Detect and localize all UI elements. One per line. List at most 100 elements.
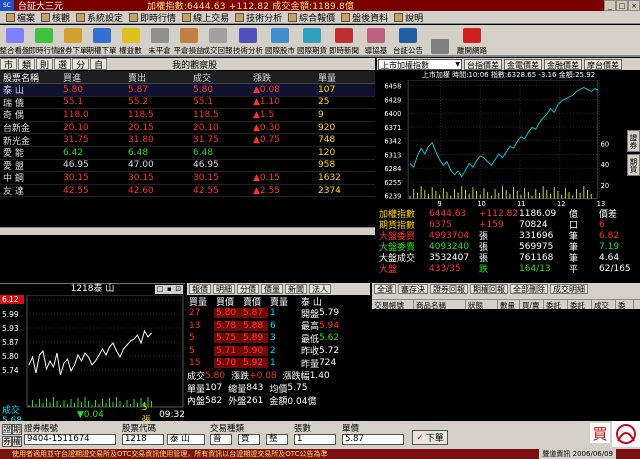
- orders-tool-5[interactable]: 成交明細: [550, 284, 588, 294]
- watch-tab-2[interactable]: 則: [36, 58, 54, 71]
- y-tick-label: 6400: [384, 110, 401, 118]
- toolbar-button-15[interactable]: 離開網路: [456, 25, 488, 57]
- orders-tool-4[interactable]: 全部刪除: [510, 284, 548, 294]
- vol-tick-label: 20: [601, 182, 609, 190]
- menu-item-8[interactable]: 說明: [394, 11, 423, 24]
- price-input[interactable]: 5.87: [342, 434, 404, 445]
- menu-item-icon: [341, 12, 351, 22]
- toolbar-button-7[interactable]: 成交回報: [203, 25, 232, 57]
- watch-cell-name: 愛 盟: [3, 161, 24, 172]
- side-tab-futures[interactable]: 期貨: [627, 154, 640, 176]
- book-stat-val: 5.79: [319, 308, 340, 319]
- submit-order-button[interactable]: ✓ 下單: [412, 430, 448, 445]
- menu-item-5[interactable]: 技術分析: [235, 11, 282, 24]
- watch-cell-last: 6.48: [193, 147, 214, 158]
- toolbar-button-8[interactable]: 技術分析: [232, 25, 264, 57]
- close-button[interactable]: ×: [628, 0, 640, 11]
- watch-title: 我的觀察股: [172, 60, 218, 71]
- watch-scrollbar[interactable]: [0, 227, 375, 235]
- watch-row[interactable]: 台新金 20.10 20.15 20.10 ▲0.30 920: [0, 122, 375, 135]
- index-cell-b: 6375: [429, 219, 452, 230]
- watch-cell-ask: 118.5: [128, 109, 154, 120]
- toolbar-button-13[interactable]: 台証公告: [392, 25, 424, 57]
- watch-row[interactable]: 愛 能 6.42 6.48 6.48 120: [0, 147, 375, 160]
- menu-item-label: 綜合報價: [299, 13, 336, 24]
- watch-row[interactable]: 愛 盟 46.95 47.00 46.95 958: [0, 160, 375, 173]
- menu-item-6[interactable]: 綜合報價: [288, 11, 335, 24]
- order-mode-button-3[interactable]: 權: [12, 436, 22, 447]
- toolbar-button-5[interactable]: 未平倉: [145, 25, 174, 57]
- order-mode-button-2[interactable]: 券: [2, 436, 12, 447]
- menu-item-2[interactable]: 系統設定: [76, 11, 123, 24]
- toolbar-button-4[interactable]: 權益數: [116, 25, 145, 57]
- book-tab-0[interactable]: 報價: [189, 284, 211, 294]
- menu-item-3[interactable]: 即時行情: [129, 11, 176, 24]
- index-button-2[interactable]: 金融價差: [544, 58, 582, 70]
- orders-col-4: 買/賣: [520, 300, 544, 310]
- x-tick-label: 10: [477, 200, 485, 208]
- watch-row[interactable]: 友 達 42.55 42.60 42.55 ▲2.55 2374: [0, 185, 375, 198]
- code-input[interactable]: 1218: [122, 434, 164, 445]
- book-tab-2[interactable]: 分價: [237, 284, 259, 294]
- toolbar-button-3[interactable]: 期權下單: [87, 25, 116, 57]
- watch-cell-bid: 118.0: [63, 109, 89, 120]
- watch-tab-5[interactable]: 自: [90, 58, 108, 71]
- watch-tab-3[interactable]: 選: [54, 58, 72, 71]
- toolbar-button-2[interactable]: 證券下單: [58, 25, 87, 57]
- stock-chart-controls[interactable]: □ ▪ ⊡: [155, 285, 183, 294]
- book-tab-4[interactable]: 新聞: [285, 284, 307, 294]
- menu-item-0[interactable]: 檔案: [6, 11, 35, 24]
- watch-row[interactable]: 奇 偶 118.0 118.5 118.5 ▲1.5 9: [0, 109, 375, 122]
- kind-select[interactable]: 普: [210, 434, 232, 445]
- index-cell-c: +112.82: [479, 208, 519, 219]
- watch-tab-1[interactable]: 類: [18, 58, 36, 71]
- toolbar-button-14[interactable]: [424, 25, 456, 57]
- book-stat-val: 5.72: [319, 345, 340, 356]
- index-button-0[interactable]: 台指價差: [464, 58, 502, 70]
- orders-tool-2[interactable]: 證券回報: [430, 284, 468, 294]
- index-select[interactable]: 上市加權指數: [378, 58, 462, 70]
- lot-select[interactable]: 整: [266, 434, 288, 445]
- book-tab-5[interactable]: 法人: [309, 284, 331, 294]
- watch-cell-chg: ▲0.08: [253, 84, 280, 95]
- app-icon: SC: [0, 0, 14, 11]
- menu-item-1[interactable]: 核觀: [41, 11, 70, 24]
- index-button-1[interactable]: 金電價差: [504, 58, 542, 70]
- toolbar-button-12[interactable]: 導協基: [360, 25, 392, 57]
- watch-cell-last: 118.5: [193, 109, 219, 120]
- orders-col-5: 委託價: [544, 300, 568, 321]
- watch-cell-name: 台新金: [3, 124, 31, 135]
- maximize-button[interactable]: □: [616, 0, 628, 11]
- book-tab-1[interactable]: 明細: [213, 284, 235, 294]
- menu-item-7[interactable]: 盤後資料: [341, 11, 388, 24]
- book-tab-3[interactable]: 價量: [261, 284, 283, 294]
- order-mode-button-1[interactable]: 期: [12, 424, 22, 435]
- watch-row[interactable]: 瑞 儀 55.1 55.2 55.1 ▲1.10 25: [0, 97, 375, 110]
- toolbar-button-9[interactable]: 國際股市: [264, 25, 296, 57]
- index-button-3[interactable]: 摩台價差: [584, 58, 622, 70]
- toolbar-button-10[interactable]: 國際期貨: [296, 25, 328, 57]
- side-select[interactable]: 買: [238, 434, 260, 445]
- toolbar-label: 國際期貨: [297, 46, 327, 55]
- orders-tool-0[interactable]: 全選: [374, 284, 396, 294]
- toolbar-button-11[interactable]: 即時新聞: [328, 25, 360, 57]
- account-select[interactable]: 9404-1511674: [24, 434, 116, 445]
- stock-time: 09:32: [159, 409, 185, 420]
- order-mode-button-0[interactable]: 證: [2, 424, 12, 435]
- orders-tool-1[interactable]: 審存決: [398, 284, 428, 294]
- toolbar-button-1[interactable]: 即時行情: [29, 25, 58, 57]
- watch-tab-0[interactable]: 市: [0, 58, 18, 71]
- menu-item-4[interactable]: 線上交易: [182, 11, 229, 24]
- watch-tab-4[interactable]: 分: [72, 58, 90, 71]
- toolbar-button-0[interactable]: 整合看盤: [0, 25, 29, 57]
- minimize-button[interactable]: _: [604, 0, 616, 11]
- qty-input[interactable]: 1: [294, 434, 336, 445]
- toolbar: 整合看盤 即時行情 證券下單 期權下單 權益數 未平倉 平倉損益 成交回報 技術分析 國際股市 國際…: [0, 25, 640, 57]
- orders-tool-3[interactable]: 期權回報: [470, 284, 508, 294]
- watch-row[interactable]: 中 鋼 30.15 30.15 30.15 ▲0.15 1632: [0, 172, 375, 185]
- toolbar-button-6[interactable]: 平倉損益: [174, 25, 203, 57]
- side-tab-stock[interactable]: 證券: [627, 130, 640, 152]
- watch-row[interactable]: 泰 山 5.80 5.87 5.80 ▲0.08 107: [0, 84, 375, 97]
- watch-row[interactable]: 新光金 31.75 31.80 31.75 ▲0.75 748: [0, 134, 375, 147]
- watch-cell-name: 泰 山: [3, 86, 24, 97]
